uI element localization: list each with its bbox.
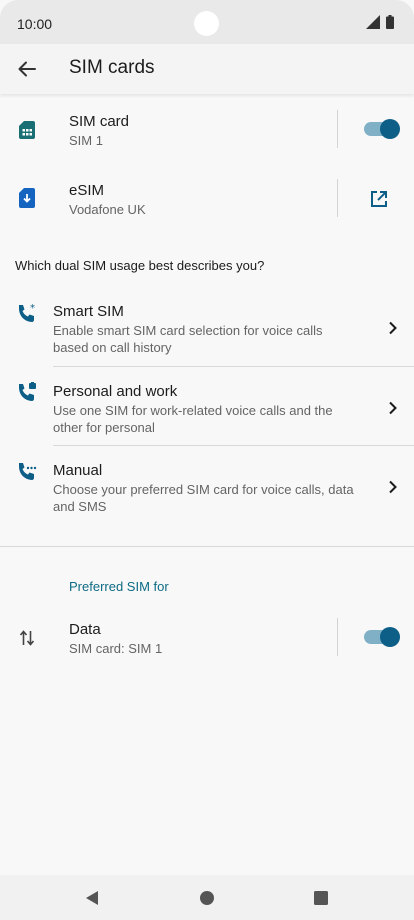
option-personal-and-work[interactable]: Personal and work Use one SIM for work-r…: [0, 373, 414, 445]
sim-card-title: SIM card: [69, 113, 130, 130]
status-icons: [366, 15, 394, 34]
data-row[interactable]: Data SIM card: SIM 1: [0, 612, 414, 668]
sim-card-icon: [15, 118, 39, 142]
svg-text:*: *: [30, 303, 35, 314]
signal-icon: [366, 15, 380, 34]
swap-vert-icon: [15, 626, 39, 650]
data-toggle[interactable]: [364, 627, 400, 647]
option-desc-line2: and SMS: [53, 499, 107, 514]
chevron-right-icon: [385, 479, 401, 495]
nav-recents-button[interactable]: [312, 889, 330, 907]
dual-sim-question: Which dual SIM usage best describes you?: [15, 258, 265, 273]
phone-business-icon: [15, 381, 39, 405]
status-time: 10:00: [17, 16, 53, 32]
page-title: SIM cards: [69, 57, 155, 78]
arrow-back-icon: [18, 61, 36, 77]
esim-title: eSIM: [69, 182, 105, 199]
toggle-knob: [380, 119, 400, 139]
phone-dialpad-icon: [15, 460, 39, 484]
divider: [53, 366, 414, 367]
toggle-knob: [380, 627, 400, 647]
option-desc-line1: Use one SIM for work-related voice calls…: [53, 403, 333, 418]
esim-row[interactable]: eSIM Vodafone UK: [0, 174, 414, 234]
system-nav-bar: [0, 875, 414, 920]
back-button[interactable]: [14, 56, 40, 82]
nav-home-button[interactable]: [198, 889, 216, 907]
square-recents-icon: [314, 891, 328, 905]
option-title: Smart SIM: [53, 303, 124, 320]
preferred-sim-header: Preferred SIM for: [69, 579, 169, 594]
status-bar: 10:00: [0, 0, 414, 44]
triangle-back-icon: [86, 891, 98, 905]
phone-star-icon: *: [15, 302, 39, 326]
chevron-right-icon: [385, 400, 401, 416]
app-bar: SIM cards: [0, 44, 414, 94]
option-desc-line2: based on call history: [53, 340, 172, 355]
data-title: Data: [69, 621, 101, 638]
option-manual[interactable]: Manual Choose your preferred SIM card fo…: [0, 452, 414, 524]
section-divider: [0, 546, 414, 547]
option-desc-line1: Enable smart SIM card selection for voic…: [53, 323, 323, 338]
sim-card-subtitle: SIM 1: [69, 133, 103, 148]
option-title: Manual: [53, 462, 103, 479]
option-desc-line2: other for personal: [53, 420, 155, 435]
open-external-button[interactable]: [367, 187, 391, 211]
esim-download-icon: [15, 186, 39, 210]
sim-card-toggle[interactable]: [364, 119, 400, 139]
open-in-new-icon: [371, 191, 387, 207]
battery-icon: [386, 15, 394, 34]
camera-cutout: [194, 11, 219, 36]
divider: [337, 618, 338, 656]
esim-subtitle: Vodafone UK: [69, 202, 146, 217]
nav-back-button[interactable]: [83, 889, 101, 907]
sim-card-row[interactable]: SIM card SIM 1: [0, 104, 414, 164]
circle-home-icon: [200, 891, 214, 905]
divider: [337, 110, 338, 148]
data-subtitle: SIM card: SIM 1: [69, 641, 163, 656]
option-smart-sim[interactable]: * Smart SIM Enable smart SIM card select…: [0, 294, 414, 366]
divider: [53, 445, 414, 446]
chevron-right-icon: [385, 320, 401, 336]
option-desc-line1: Choose your preferred SIM card for voice…: [53, 482, 354, 497]
divider: [337, 179, 338, 217]
option-title: Personal and work: [53, 383, 178, 400]
